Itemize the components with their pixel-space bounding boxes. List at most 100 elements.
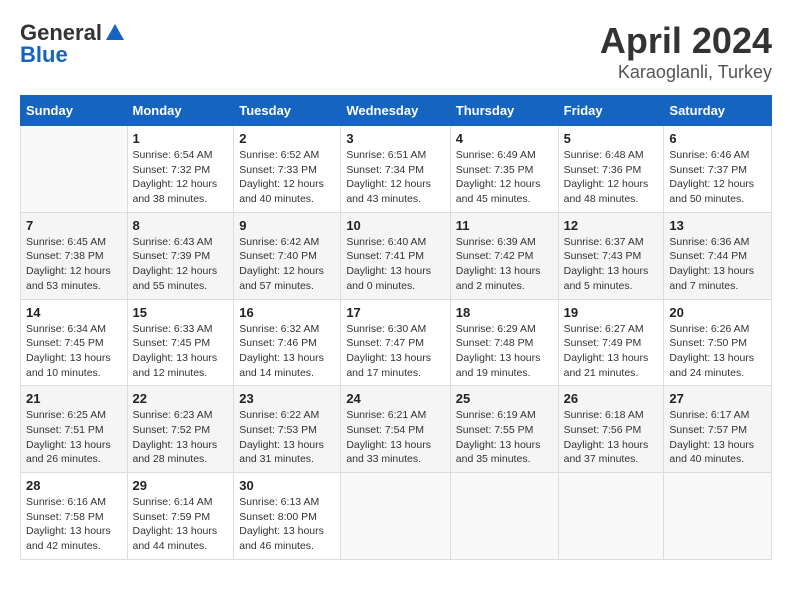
calendar-cell: 4Sunrise: 6:49 AM Sunset: 7:35 PM Daylig… [450,126,558,213]
calendar-cell: 20 Sunrise: 6:26 AM Sunset: 7:50 PM Dayli… [664,299,772,386]
day-info: Sunrise: 6:36 AM Sunset: 7:44 PM Dayligh… [669,235,766,294]
day-info: Sunrise: 6:52 AM Sunset: 7:33 PM Dayligh… [239,148,335,207]
day-number: 24 [346,391,444,406]
weekday-header-monday: Monday [127,96,234,126]
weekday-header-row: SundayMondayTuesdayWednesdayThursdayFrid… [21,96,772,126]
weekday-header-friday: Friday [558,96,664,126]
calendar-cell [341,473,450,560]
day-number: 28 [26,478,122,493]
calendar-cell: 6 Sunrise: 6:46 AM Sunset: 7:37 PM Daylig… [664,126,772,213]
day-number: 7 [26,218,122,233]
day-number: 3 [346,131,444,146]
day-number: 11 [456,218,553,233]
calendar-cell [558,473,664,560]
day-number: 12 [564,218,659,233]
weekday-header-wednesday: Wednesday [341,96,450,126]
calendar-cell: 10 Sunrise: 6:40 AM Sunset: 7:41 PM Dayli… [341,212,450,299]
day-info: Sunrise: 6:51 AM Sunset: 7:34 PM Dayligh… [346,148,444,207]
day-number: 15 [133,305,229,320]
calendar-cell [450,473,558,560]
day-info: Sunrise: 6:34 AM Sunset: 7:45 PM Dayligh… [26,322,122,381]
calendar-cell: 15 Sunrise: 6:33 AM Sunset: 7:45 PM Dayli… [127,299,234,386]
day-number: 1 [133,131,229,146]
week-row-1: 1 Sunrise: 6:54 AM Sunset: 7:32 PM Daylig… [21,126,772,213]
day-info: Sunrise: 6:37 AM Sunset: 7:43 PM Dayligh… [564,235,659,294]
week-row-4: 21 Sunrise: 6:25 AM Sunset: 7:51 PM Dayli… [21,386,772,473]
day-number: 26 [564,391,659,406]
day-info: Sunrise: 6:22 AM Sunset: 7:53 PM Dayligh… [239,408,335,467]
month-title: April 2024 [600,20,772,62]
day-info: Sunrise: 6:42 AM Sunset: 7:40 PM Dayligh… [239,235,335,294]
calendar-cell: 16 Sunrise: 6:32 AM Sunset: 7:46 PM Dayli… [234,299,341,386]
day-number: 19 [564,305,659,320]
day-info: Sunrise: 6:33 AM Sunset: 7:45 PM Dayligh… [133,322,229,381]
day-number: 14 [26,305,122,320]
day-info: Sunrise: 6:14 AM Sunset: 7:59 PM Dayligh… [133,495,229,554]
day-info: Sunrise: 6:40 AM Sunset: 7:41 PM Dayligh… [346,235,444,294]
weekday-header-sunday: Sunday [21,96,128,126]
day-number: 5 [564,131,659,146]
calendar-cell: 8 Sunrise: 6:43 AM Sunset: 7:39 PM Daylig… [127,212,234,299]
weekday-header-thursday: Thursday [450,96,558,126]
calendar-cell: 14 Sunrise: 6:34 AM Sunset: 7:45 PM Dayli… [21,299,128,386]
calendar-cell: 13Sunrise: 6:36 AM Sunset: 7:44 PM Dayli… [664,212,772,299]
weekday-header-tuesday: Tuesday [234,96,341,126]
day-info: Sunrise: 6:26 AM Sunset: 7:50 PM Dayligh… [669,322,766,381]
calendar-cell: 17 Sunrise: 6:30 AM Sunset: 7:47 PM Dayli… [341,299,450,386]
day-number: 16 [239,305,335,320]
calendar-cell: 11 Sunrise: 6:39 AM Sunset: 7:42 PM Dayli… [450,212,558,299]
day-info: Sunrise: 6:21 AM Sunset: 7:54 PM Dayligh… [346,408,444,467]
day-number: 27 [669,391,766,406]
weekday-header-saturday: Saturday [664,96,772,126]
calendar-cell: 24 Sunrise: 6:21 AM Sunset: 7:54 PM Dayli… [341,386,450,473]
location-title: Karaoglanli, Turkey [600,62,772,83]
calendar-table: SundayMondayTuesdayWednesdayThursdayFrid… [20,95,772,560]
day-number: 25 [456,391,553,406]
day-info: Sunrise: 6:25 AM Sunset: 7:51 PM Dayligh… [26,408,122,467]
header: General Blue April 2024 Karaoglanli, Tur… [20,20,772,83]
day-number: 6 [669,131,766,146]
week-row-3: 14 Sunrise: 6:34 AM Sunset: 7:45 PM Dayli… [21,299,772,386]
calendar-cell: 2 Sunrise: 6:52 AM Sunset: 7:33 PM Daylig… [234,126,341,213]
logo: General Blue [20,20,126,68]
day-number: 4 [456,131,553,146]
day-number: 21 [26,391,122,406]
day-info: Sunrise: 6:19 AM Sunset: 7:55 PM Dayligh… [456,408,553,467]
day-info: Sunrise: 6:23 AM Sunset: 7:52 PM Dayligh… [133,408,229,467]
day-info: Sunrise: 6:32 AM Sunset: 7:46 PM Dayligh… [239,322,335,381]
calendar-cell: 5Sunrise: 6:48 AM Sunset: 7:36 PM Daylig… [558,126,664,213]
day-info: Sunrise: 6:46 AM Sunset: 7:37 PM Dayligh… [669,148,766,207]
day-info: Sunrise: 6:43 AM Sunset: 7:39 PM Dayligh… [133,235,229,294]
calendar-cell: 26 Sunrise: 6:18 AM Sunset: 7:56 PM Dayli… [558,386,664,473]
day-info: Sunrise: 6:16 AM Sunset: 7:58 PM Dayligh… [26,495,122,554]
day-info: Sunrise: 6:29 AM Sunset: 7:48 PM Dayligh… [456,322,553,381]
day-info: Sunrise: 6:13 AM Sunset: 8:00 PM Dayligh… [239,495,335,554]
day-info: Sunrise: 6:54 AM Sunset: 7:32 PM Dayligh… [133,148,229,207]
day-number: 10 [346,218,444,233]
calendar-cell: 30Sunrise: 6:13 AM Sunset: 8:00 PM Dayli… [234,473,341,560]
day-number: 8 [133,218,229,233]
day-info: Sunrise: 6:27 AM Sunset: 7:49 PM Dayligh… [564,322,659,381]
day-number: 2 [239,131,335,146]
calendar-cell: 21 Sunrise: 6:25 AM Sunset: 7:51 PM Dayli… [21,386,128,473]
day-number: 22 [133,391,229,406]
calendar-cell: 27 Sunrise: 6:17 AM Sunset: 7:57 PM Dayli… [664,386,772,473]
calendar-cell: 19 Sunrise: 6:27 AM Sunset: 7:49 PM Dayli… [558,299,664,386]
calendar-cell: 22 Sunrise: 6:23 AM Sunset: 7:52 PM Dayli… [127,386,234,473]
calendar-cell: 9Sunrise: 6:42 AM Sunset: 7:40 PM Daylig… [234,212,341,299]
day-info: Sunrise: 6:30 AM Sunset: 7:47 PM Dayligh… [346,322,444,381]
title-area: April 2024 Karaoglanli, Turkey [600,20,772,83]
calendar-cell: 1 Sunrise: 6:54 AM Sunset: 7:32 PM Daylig… [127,126,234,213]
day-number: 20 [669,305,766,320]
calendar-cell [21,126,128,213]
day-info: Sunrise: 6:39 AM Sunset: 7:42 PM Dayligh… [456,235,553,294]
day-info: Sunrise: 6:45 AM Sunset: 7:38 PM Dayligh… [26,235,122,294]
day-number: 23 [239,391,335,406]
week-row-5: 28 Sunrise: 6:16 AM Sunset: 7:58 PM Dayli… [21,473,772,560]
calendar-cell: 18Sunrise: 6:29 AM Sunset: 7:48 PM Dayli… [450,299,558,386]
calendar-cell: 7 Sunrise: 6:45 AM Sunset: 7:38 PM Daylig… [21,212,128,299]
day-info: Sunrise: 6:18 AM Sunset: 7:56 PM Dayligh… [564,408,659,467]
day-info: Sunrise: 6:17 AM Sunset: 7:57 PM Dayligh… [669,408,766,467]
day-number: 17 [346,305,444,320]
logo-icon [104,22,126,44]
